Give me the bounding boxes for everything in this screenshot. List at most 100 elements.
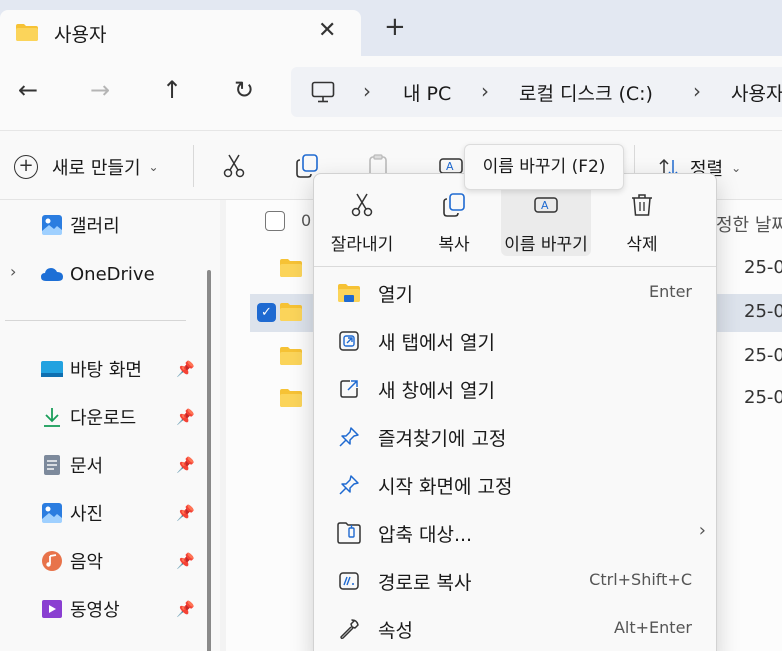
zip-icon [337, 522, 361, 544]
new-button-label: 새로 만들기 [52, 158, 141, 179]
close-tab-button[interactable]: ✕ [318, 18, 336, 43]
column-header-date-modified[interactable]: 정한 날짜 [716, 211, 782, 237]
breadcrumb-separator[interactable]: › [481, 79, 489, 103]
column-header-name[interactable]: 0 [301, 211, 311, 230]
menu-item-shortcut: Enter [649, 282, 692, 301]
row-date: 25-08-2 [744, 387, 782, 408]
up-button[interactable]: ↑ [162, 78, 182, 102]
sidebar-item-label: 사진 [70, 504, 104, 525]
breadcrumb-separator[interactable]: › [693, 79, 701, 103]
onedrive-cloud-icon [40, 262, 64, 286]
sidebar-item-pictures[interactable]: 사진 [40, 496, 103, 530]
cut-icon[interactable] [221, 153, 247, 179]
folder-icon [280, 347, 302, 365]
pin-icon[interactable]: 📌 [176, 552, 195, 570]
sidebar-divider [5, 320, 186, 321]
context-delete-button[interactable]: 삭제 [597, 184, 687, 256]
context-rename-button[interactable]: A 이름 바꾸기 [501, 184, 591, 256]
refresh-button[interactable]: ↻ [234, 78, 254, 102]
menu-item-compress-to[interactable]: 압축 대상... › [320, 510, 710, 556]
sidebar-item-label: 바탕 화면 [70, 360, 142, 381]
folder-icon [16, 24, 38, 41]
back-button[interactable]: ← [18, 78, 38, 102]
sidebar-item-label: 음악 [70, 552, 104, 573]
folder-icon [280, 389, 302, 407]
open-new-window-icon [340, 380, 358, 398]
tab-title: 사용자 [54, 24, 107, 46]
expand-chevron-icon[interactable]: › [10, 262, 16, 281]
chevron-right-icon: › [698, 520, 706, 541]
pin-icon[interactable]: 📌 [176, 408, 195, 426]
properties-icon [340, 619, 359, 640]
menu-item-label: 열기 [378, 284, 413, 306]
svg-text:A: A [541, 199, 549, 212]
sidebar-item-onedrive[interactable]: OneDrive [40, 257, 155, 291]
pin-icon[interactable]: 📌 [176, 456, 195, 474]
chevron-down-icon: ⌄ [731, 161, 742, 175]
sidebar-item-documents[interactable]: 문서 [40, 448, 103, 482]
sidebar-scrollbar[interactable] [207, 270, 211, 651]
document-icon [40, 453, 64, 477]
folder-open-icon [338, 284, 360, 302]
menu-item-properties[interactable]: 속성 Alt+Enter [320, 606, 710, 651]
pin-start-icon [339, 475, 359, 495]
cut-icon [351, 193, 373, 217]
menu-item-label: 즐겨찾기에 고정 [378, 428, 507, 450]
new-tab-button[interactable]: + [384, 14, 406, 40]
pictures-icon [40, 501, 64, 525]
forward-button[interactable]: → [90, 78, 110, 102]
copy-path-icon [339, 572, 359, 590]
video-icon [40, 597, 64, 621]
navigation-bar: ← → ↑ ↻ › 내 PC › 로컬 디스크 (C:) › 사용자 [0, 56, 782, 130]
breadcrumb-users[interactable]: 사용자 [731, 79, 782, 106]
sidebar-item-downloads[interactable]: 다운로드 [40, 400, 136, 434]
menu-item-open-new-window[interactable]: 새 창에서 열기 [320, 366, 710, 412]
desktop-icon [40, 357, 64, 381]
sidebar-item-gallery[interactable]: 갤러리 [40, 208, 120, 242]
context-cut-label: 잘라내기 [330, 235, 394, 255]
rename-tooltip: 이름 바꾸기 (F2) [464, 144, 624, 190]
menu-item-open[interactable]: 열기 Enter [320, 270, 710, 316]
menu-item-pin-start[interactable]: 시작 화면에 고정 [320, 462, 710, 508]
context-copy-label: 복사 [438, 235, 470, 255]
menu-item-label: 압축 대상... [378, 524, 473, 546]
pin-icon [339, 427, 359, 447]
delete-icon [632, 194, 652, 216]
computer-icon [311, 81, 335, 103]
context-rename-label: 이름 바꾸기 [504, 235, 588, 255]
svg-text:A: A [446, 160, 454, 173]
menu-item-label: 새 창에서 열기 [378, 380, 495, 402]
row-date: 25-08-2 [744, 301, 782, 322]
menu-item-open-new-tab[interactable]: 새 탭에서 열기 [320, 318, 710, 364]
sidebar-item-label: OneDrive [70, 263, 155, 285]
sidebar-item-desktop[interactable]: 바탕 화면 [40, 352, 142, 386]
navigation-pane: 갤러리 › OneDrive 바탕 화면 📌 다운로드 📌 문서 📌 사진 📌 [0, 200, 220, 651]
breadcrumb-local-disk[interactable]: 로컬 디스크 (C:) [519, 79, 653, 106]
pin-icon[interactable]: 📌 [176, 600, 195, 618]
folder-icon [280, 303, 302, 321]
menu-item-label: 속성 [378, 620, 413, 642]
folder-icon [280, 259, 302, 277]
breadcrumb-separator[interactable]: › [363, 79, 371, 103]
menu-item-shortcut: Ctrl+Shift+C [589, 570, 692, 589]
breadcrumb-my-pc[interactable]: 내 PC [403, 79, 451, 106]
rename-icon: A [534, 197, 558, 213]
menu-item-label: 새 탭에서 열기 [378, 332, 495, 354]
menu-item-pin-quick-access[interactable]: 즐겨찾기에 고정 [320, 414, 710, 460]
row-date: 25-08-2 [744, 345, 782, 366]
new-button[interactable]: + 새로 만들기 ⌄ [14, 154, 159, 180]
menu-item-copy-as-path[interactable]: 경로로 복사 Ctrl+Shift+C [320, 558, 710, 604]
pin-icon[interactable]: 📌 [176, 504, 195, 522]
sidebar-item-music[interactable]: 음악 [40, 544, 103, 578]
select-all-checkbox[interactable] [265, 211, 285, 231]
tab-users[interactable]: 사용자 ✕ [0, 10, 361, 56]
sidebar-item-label: 문서 [70, 456, 104, 477]
context-cut-button[interactable]: 잘라내기 [317, 184, 407, 256]
menu-item-label: 시작 화면에 고정 [378, 476, 513, 498]
pin-icon[interactable]: 📌 [176, 360, 195, 378]
context-copy-button[interactable]: 복사 [409, 184, 499, 256]
context-menu-divider [314, 266, 716, 267]
address-bar[interactable]: › 내 PC › 로컬 디스크 (C:) › 사용자 [291, 67, 782, 117]
sidebar-item-videos[interactable]: 동영상 [40, 592, 120, 626]
checkbox-checked-icon[interactable]: ✓ [257, 303, 276, 322]
